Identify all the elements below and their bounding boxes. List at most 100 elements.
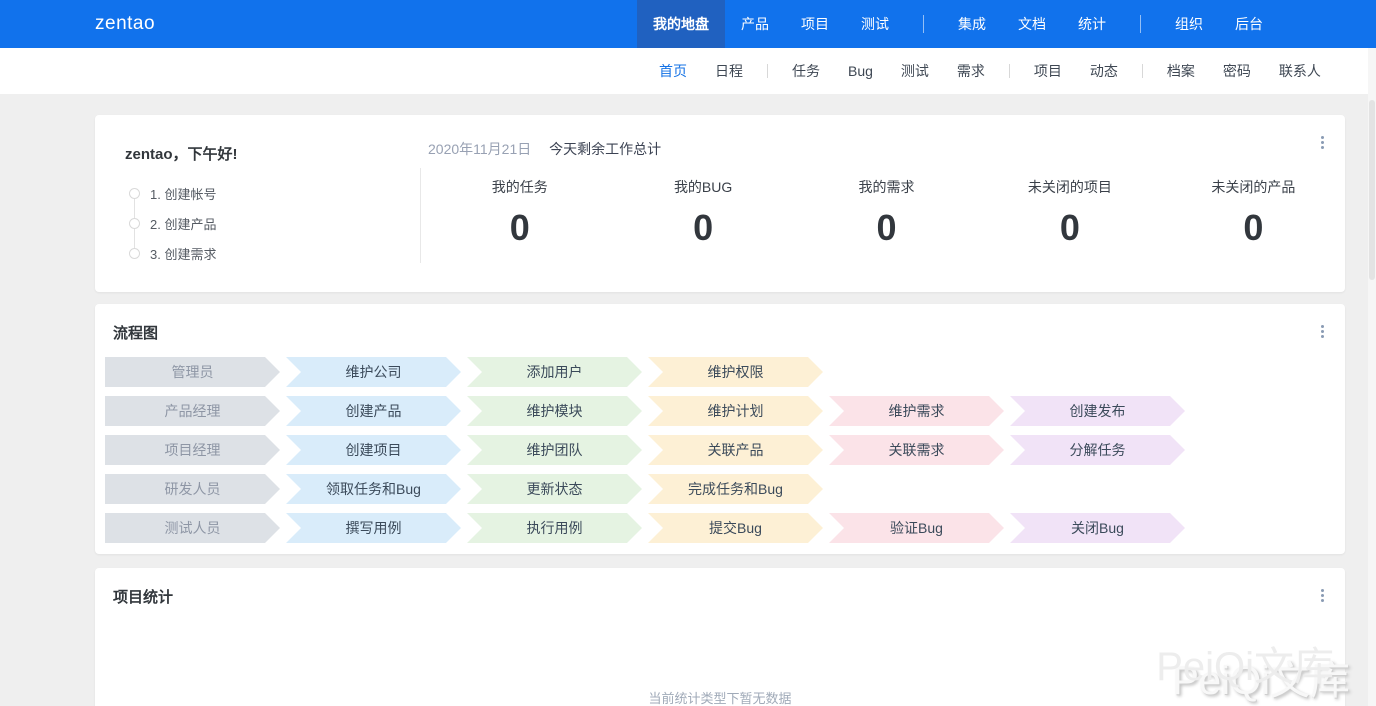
stat-label: 未关闭的产品 bbox=[1162, 177, 1345, 197]
vertical-divider bbox=[420, 168, 421, 263]
flow-row: 项目经理创建项目维护团队关联产品关联需求分解任务 bbox=[105, 435, 1335, 465]
flow-row: 研发人员领取任务和Bug更新状态完成任务和Bug bbox=[105, 474, 1335, 504]
stat-value[interactable]: 0 bbox=[1162, 207, 1345, 249]
flow-step[interactable]: 领取任务和Bug bbox=[286, 474, 461, 504]
flow-step[interactable]: 维护团队 bbox=[467, 435, 642, 465]
subnav-item[interactable]: 密码 bbox=[1209, 48, 1265, 94]
flow-step[interactable]: 创建产品 bbox=[286, 396, 461, 426]
subnav-item[interactable]: 测试 bbox=[887, 48, 943, 94]
subnav-item[interactable]: 项目 bbox=[1020, 48, 1076, 94]
topnav-item[interactable]: 统计 bbox=[1062, 0, 1122, 48]
flow-step[interactable]: 创建项目 bbox=[286, 435, 461, 465]
flow-step[interactable]: 完成任务和Bug bbox=[648, 474, 823, 504]
flow-step[interactable]: 提交Bug bbox=[648, 513, 823, 543]
flow-role[interactable]: 产品经理 bbox=[105, 396, 280, 426]
stat-label: 未关闭的项目 bbox=[978, 177, 1161, 197]
flow-role[interactable]: 项目经理 bbox=[105, 435, 280, 465]
topnav-item[interactable]: 集成 bbox=[942, 0, 1002, 48]
flow-role[interactable]: 管理员 bbox=[105, 357, 280, 387]
flow-row: 产品经理创建产品维护模块维护计划维护需求创建发布 bbox=[105, 396, 1335, 426]
flow-step[interactable]: 添加用户 bbox=[467, 357, 642, 387]
flowchart-panel: 流程图 管理员维护公司添加用户维护权限产品经理创建产品维护模块维护计划维护需求创… bbox=[95, 304, 1345, 554]
topnav-item[interactable]: 组织 bbox=[1159, 0, 1219, 48]
flowchart-title: 流程图 bbox=[113, 322, 1335, 343]
topnav-divider bbox=[1140, 15, 1141, 33]
flow-step[interactable]: 分解任务 bbox=[1010, 435, 1185, 465]
topnav-item[interactable]: 测试 bbox=[845, 0, 905, 48]
current-date: 2020年11月21日 bbox=[428, 141, 531, 157]
top-menu: 我的地盘产品项目测试集成文档统计组织后台 bbox=[637, 0, 1279, 48]
topnav-item[interactable]: 后台 bbox=[1219, 0, 1279, 48]
step-label[interactable]: 3. 创建需求 bbox=[150, 244, 216, 263]
greeting-title: zentao，下午好! bbox=[125, 143, 420, 164]
topnav-item[interactable]: 项目 bbox=[785, 0, 845, 48]
subnav-item[interactable]: 动态 bbox=[1076, 48, 1132, 94]
topnav-item[interactable]: 文档 bbox=[1002, 0, 1062, 48]
topnav-divider bbox=[923, 15, 924, 33]
step-circle-icon bbox=[129, 218, 140, 229]
flow-step[interactable]: 验证Bug bbox=[829, 513, 1004, 543]
summary-title: 今天剩余工作总计 bbox=[549, 141, 661, 157]
stats-row: 我的任务0我的BUG0我的需求0未关闭的项目0未关闭的产品0 bbox=[428, 177, 1345, 249]
flow-step[interactable]: 撰写用例 bbox=[286, 513, 461, 543]
sub-navbar: 首页日程任务Bug测试需求项目动态档案密码联系人 bbox=[0, 48, 1376, 94]
topnav-item[interactable]: 我的地盘 bbox=[637, 0, 725, 48]
app-logo[interactable]: zentao bbox=[95, 0, 155, 48]
flow-row: 测试人员撰写用例执行用例提交Bug验证Bug关闭Bug bbox=[105, 513, 1335, 543]
subnav-item[interactable]: 档案 bbox=[1153, 48, 1209, 94]
stat-item: 我的BUG0 bbox=[611, 177, 794, 249]
kebab-menu-icon[interactable] bbox=[1313, 131, 1331, 153]
flow-step[interactable]: 维护计划 bbox=[648, 396, 823, 426]
step-label[interactable]: 1. 创建帐号 bbox=[150, 184, 216, 203]
stat-item: 我的任务 0 bbox=[428, 177, 611, 249]
subnav-item[interactable]: Bug bbox=[834, 48, 887, 94]
stat-value[interactable]: 0 bbox=[428, 207, 611, 249]
subnav-item[interactable]: 日程 bbox=[701, 48, 757, 94]
subnav-item[interactable]: 需求 bbox=[943, 48, 999, 94]
stat-value[interactable]: 0 bbox=[978, 207, 1161, 249]
project-stats-title: 项目统计 bbox=[113, 586, 1345, 607]
step-circle-icon bbox=[129, 188, 140, 199]
flow-role[interactable]: 测试人员 bbox=[105, 513, 280, 543]
flow-step[interactable]: 维护公司 bbox=[286, 357, 461, 387]
onboarding-step: 2. 创建产品 bbox=[129, 208, 420, 238]
onboarding-step: 1. 创建帐号 bbox=[129, 178, 420, 208]
flow-step[interactable]: 执行用例 bbox=[467, 513, 642, 543]
scrollbar-thumb[interactable] bbox=[1369, 100, 1375, 280]
stat-label: 我的需求 bbox=[795, 177, 978, 197]
flow-step[interactable]: 维护权限 bbox=[648, 357, 823, 387]
subnav-item[interactable]: 任务 bbox=[778, 48, 834, 94]
kebab-menu-icon[interactable] bbox=[1313, 584, 1331, 606]
flow-step[interactable]: 更新状态 bbox=[467, 474, 642, 504]
scrollbar[interactable] bbox=[1368, 48, 1376, 706]
kebab-menu-icon[interactable] bbox=[1313, 320, 1331, 342]
stat-item: 我的需求 0 bbox=[795, 177, 978, 249]
flow-step[interactable]: 创建发布 bbox=[1010, 396, 1185, 426]
step-circle-icon bbox=[129, 248, 140, 259]
welcome-panel: zentao，下午好! 1. 创建帐号 2. 创建产品 3. 创建需求 2020年1… bbox=[95, 115, 1345, 292]
flow-step[interactable]: 关联产品 bbox=[648, 435, 823, 465]
flowchart-rows: 管理员维护公司添加用户维护权限产品经理创建产品维护模块维护计划维护需求创建发布项… bbox=[105, 357, 1335, 543]
empty-data-message: 当前统计类型下暂无数据 bbox=[95, 688, 1345, 706]
subnav-item[interactable]: 联系人 bbox=[1265, 48, 1335, 94]
topnav-item[interactable]: 产品 bbox=[725, 0, 785, 48]
sub-menu: 首页日程任务Bug测试需求项目动态档案密码联系人 bbox=[645, 48, 1335, 94]
step-label[interactable]: 2. 创建产品 bbox=[150, 214, 216, 233]
onboarding-steps: 1. 创建帐号 2. 创建产品 3. 创建需求 bbox=[129, 178, 420, 268]
subnav-item[interactable]: 首页 bbox=[645, 48, 701, 94]
flow-row: 管理员维护公司添加用户维护权限 bbox=[105, 357, 1335, 387]
stat-value[interactable]: 0 bbox=[611, 207, 794, 249]
flow-step[interactable]: 关联需求 bbox=[829, 435, 1004, 465]
welcome-left: zentao，下午好! 1. 创建帐号 2. 创建产品 3. 创建需求 bbox=[95, 115, 420, 292]
top-navbar: zentao 我的地盘产品项目测试集成文档统计组织后台 bbox=[0, 0, 1376, 48]
flow-role[interactable]: 研发人员 bbox=[105, 474, 280, 504]
flow-step[interactable]: 维护需求 bbox=[829, 396, 1004, 426]
subnav-divider bbox=[1009, 64, 1010, 78]
stat-label: 我的任务 bbox=[428, 177, 611, 197]
flow-step[interactable]: 关闭Bug bbox=[1010, 513, 1185, 543]
stat-value[interactable]: 0 bbox=[795, 207, 978, 249]
work-summary: 2020年11月21日 今天剩余工作总计 我的任务0我的BUG0我的需求0未关闭… bbox=[420, 115, 1345, 292]
project-stats-panel: 项目统计 当前统计类型下暂无数据 bbox=[95, 568, 1345, 706]
subnav-divider bbox=[1142, 64, 1143, 78]
flow-step[interactable]: 维护模块 bbox=[467, 396, 642, 426]
